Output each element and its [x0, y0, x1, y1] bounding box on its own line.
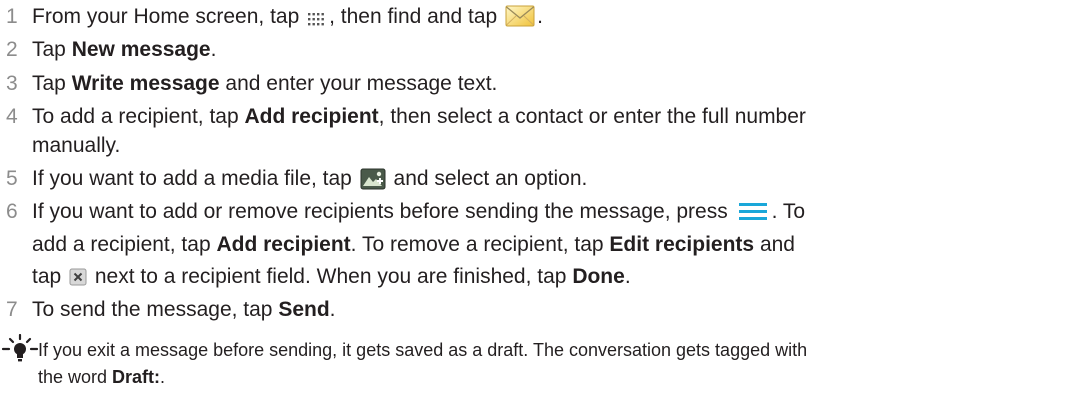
step-text-part: and enter your message text.	[219, 72, 498, 95]
media-attach-icon	[360, 168, 386, 190]
step-text-part: If you want to add a media file, tap	[32, 167, 358, 190]
ui-term-draft: Draft:	[112, 367, 161, 387]
step-text-part: and	[754, 233, 795, 256]
ui-term-done: Done	[572, 265, 625, 288]
remove-x-icon	[69, 268, 87, 286]
ui-term-write-message: Write message	[71, 72, 220, 95]
ui-term-add-recipient: Add recipient	[216, 233, 351, 256]
step-number: 2	[6, 38, 18, 61]
instruction-page: 1 From your Home screen, tap , then find…	[0, 0, 1072, 396]
step-text-part: , then select a contact or enter the ful…	[378, 105, 806, 128]
step-text-part: tap	[32, 265, 68, 288]
step-number: 7	[6, 298, 18, 321]
step-text: To send the message, tap Send.	[32, 295, 336, 325]
step-text: Tap New message.	[32, 35, 216, 65]
step-number: 3	[6, 72, 18, 95]
step-text-part: , then find and tap	[329, 5, 504, 28]
step-text-part: add a recipient, tap	[32, 233, 217, 256]
step-text: add a recipient, tap Add recipient. To r…	[32, 230, 795, 260]
ui-term-add-recipient: Add recipient	[244, 105, 379, 128]
step-text-part: next to a recipient field. When you are …	[89, 265, 573, 288]
step-number: 1	[6, 5, 18, 28]
envelope-icon	[505, 5, 535, 27]
ui-term-edit-recipients: Edit recipients	[609, 233, 755, 256]
step-text-part: To send the message, tap	[32, 298, 279, 321]
tip-text-part: .	[160, 367, 166, 387]
step-text: manually.	[32, 134, 121, 157]
step-text-part: .	[624, 265, 631, 288]
step-text-part: .	[537, 5, 543, 28]
step-text-part: . To	[771, 200, 806, 223]
lightbulb-tip-icon	[1, 334, 39, 362]
apps-grid-icon	[308, 13, 324, 26]
step-text: To add a recipient, tap Add recipient, t…	[32, 102, 806, 132]
tip-text-line-1: If you exit a message before sending, it…	[38, 340, 808, 360]
step-number: 4	[6, 105, 18, 128]
step-text-part: .	[210, 38, 217, 61]
step-text: From your Home screen, tap , then find a…	[32, 2, 543, 32]
menu-icon	[738, 203, 767, 220]
step-text-part: . To remove a recipient, tap	[350, 233, 610, 256]
step-text-part: If you want to add or remove recipients …	[32, 200, 734, 223]
step-number: 6	[6, 200, 18, 223]
step-text: If you want to add a media file, tap and…	[32, 164, 587, 194]
tip-text-part: the word	[38, 367, 113, 387]
step-text-part: and select an option.	[387, 167, 588, 190]
step-number: 5	[6, 167, 18, 190]
ui-term-new-message: New message	[71, 38, 211, 61]
step-text-part: From your Home screen, tap	[32, 5, 306, 28]
step-text-part: .	[329, 298, 336, 321]
step-text: Tap Write message and enter your message…	[32, 69, 497, 99]
step-text: If you want to add or remove recipients …	[32, 197, 805, 227]
tip-text-line-2: the word Draft:.	[38, 364, 165, 390]
step-text: tap next to a recipient field. When you …	[32, 262, 631, 292]
ui-term-send: Send	[278, 298, 330, 321]
step-text-part: Tap	[32, 38, 72, 61]
step-text-part: Tap	[32, 72, 72, 95]
step-text-part: To add a recipient, tap	[32, 105, 245, 128]
